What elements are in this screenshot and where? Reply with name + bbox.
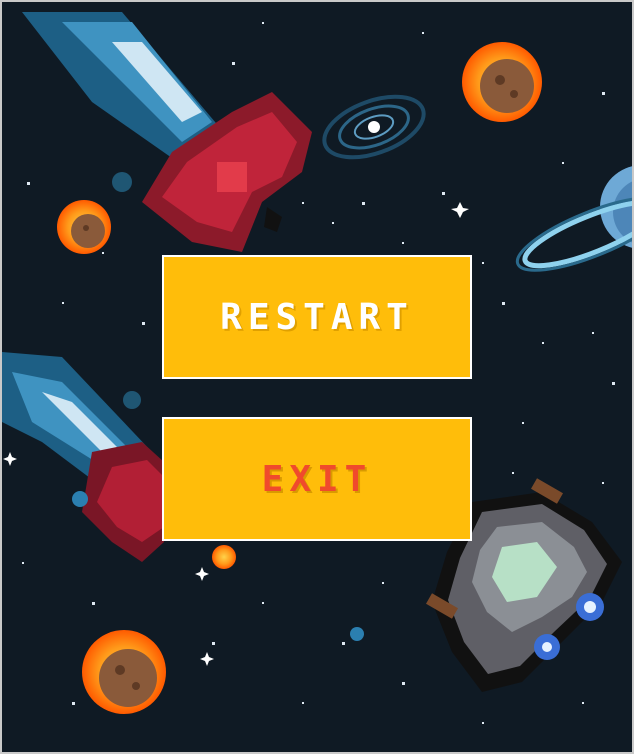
red-ship-left [82, 442, 164, 562]
game-window: RESTART EXIT [0, 0, 634, 754]
restart-button[interactable]: RESTART [162, 255, 472, 379]
restart-button-label: RESTART [220, 296, 414, 338]
flaming-meteor-bottom-left [82, 630, 166, 714]
spiral-galaxy [322, 94, 426, 160]
ringed-planet [515, 166, 632, 272]
exit-button[interactable]: EXIT [162, 417, 472, 541]
flaming-meteor-top-right [462, 42, 542, 122]
flaming-meteor-left [57, 200, 111, 254]
exit-button-label: EXIT [261, 458, 373, 500]
flaming-meteor-small [212, 545, 236, 569]
